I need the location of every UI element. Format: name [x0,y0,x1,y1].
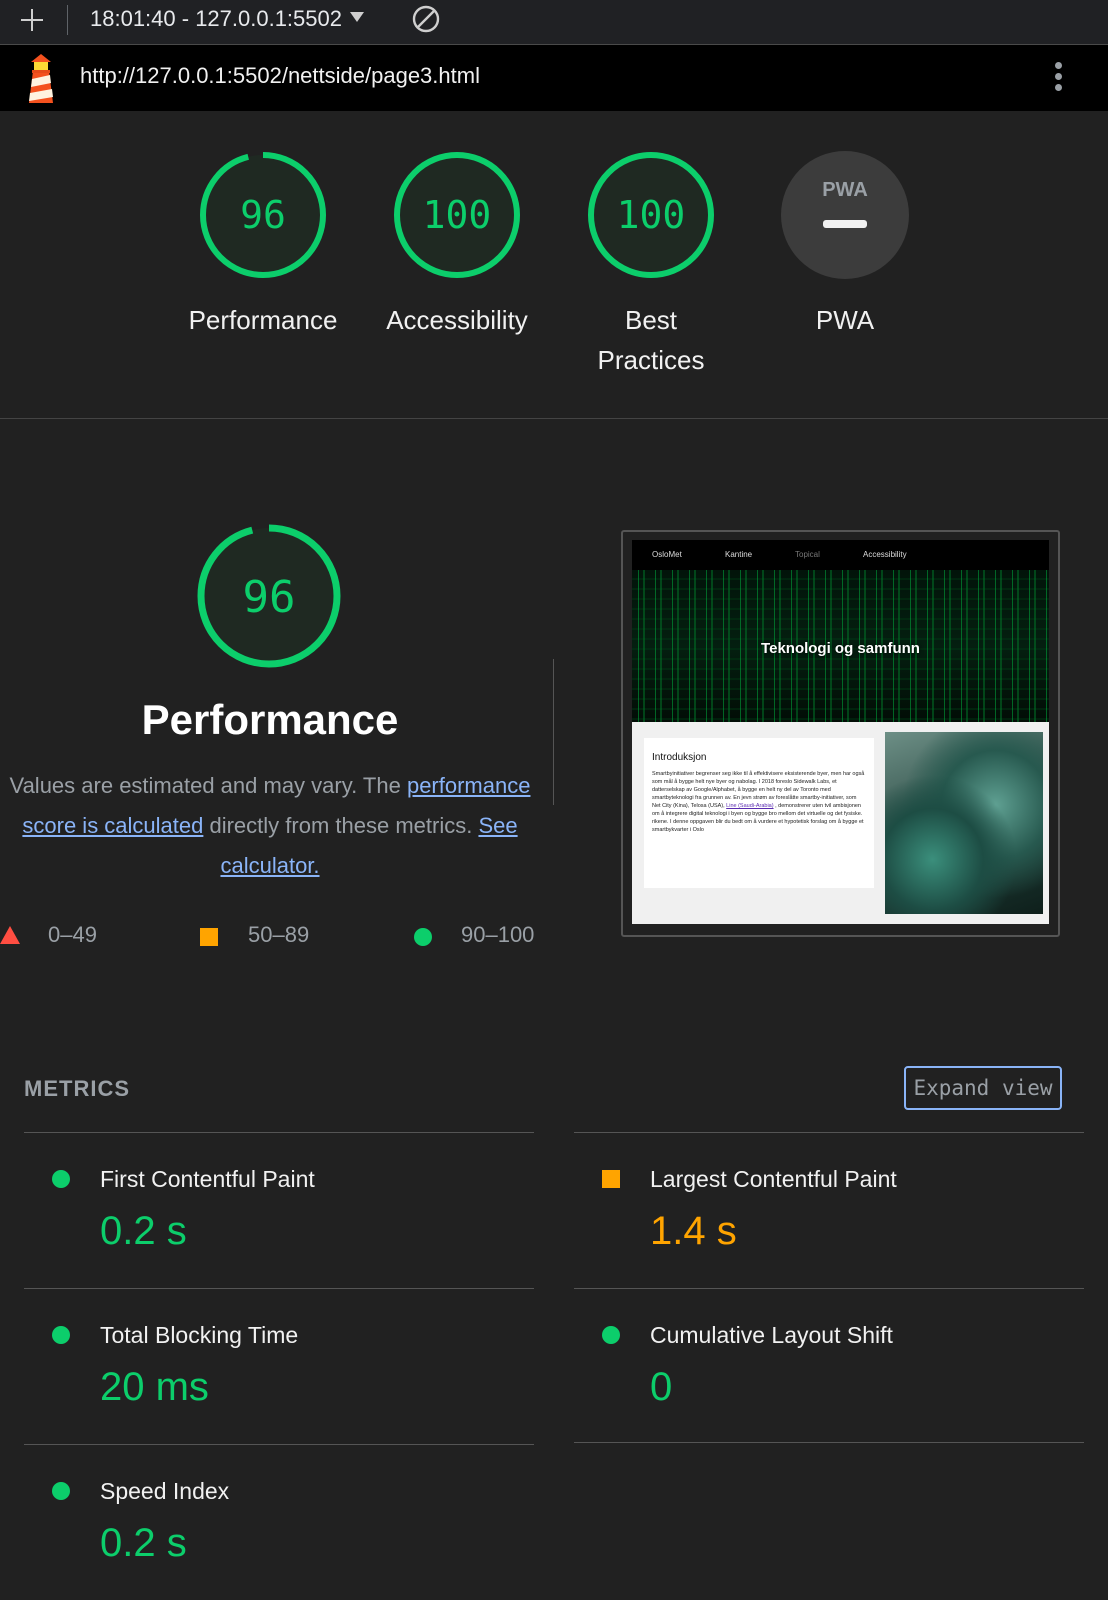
metric-divider [574,1442,1084,1443]
block-icon[interactable] [412,5,440,33]
screenshot-nav-item: Accessibility [863,550,907,559]
report-selector[interactable]: 18:01:40 - 127.0.0.1:5502 [90,4,364,34]
plus-icon[interactable] [18,6,46,34]
metric-si: Speed Index 0.2 s [24,1444,534,1600]
performance-score: 96 [243,572,296,623]
metric-name: Speed Index [100,1478,230,1504]
gauge-label-line2: Practices [597,345,705,375]
gauge-label: Performance [188,305,338,335]
gauge-accessibility[interactable]: 100 Accessibility [357,150,557,340]
legend-fail: 0–49 [48,922,97,947]
metric-name: First Contentful Paint [100,1166,315,1192]
gauge-score: 100 [423,193,492,237]
desc-middle: directly from these metrics. [203,813,479,838]
metric-lcp: Largest Contentful Paint 1.4 s [574,1132,1084,1288]
performance-title: Performance [141,696,399,743]
metric-value: 0 [650,1365,673,1409]
pwa-badge-icon: PWA [781,151,909,279]
lighthouse-icon [29,54,53,103]
metric-value: 20 ms [100,1365,209,1409]
metric-name: Cumulative Layout Shift [650,1322,893,1348]
screenshot-card-title: Introduksjon [652,752,707,763]
pass-circle-icon [602,1326,620,1344]
pass-circle-icon [52,1326,70,1344]
report-url-bar: http://127.0.0.1:5502/nettside/page3.htm… [0,45,1108,111]
average-square-icon [200,928,218,946]
report-selector-label: 18:01:40 - 127.0.0.1:5502 [90,6,342,31]
average-square-icon [602,1170,620,1188]
screenshot-card-text: Smartbyinitiativer begrenser seg ikke ti… [652,770,866,834]
gauge-score: 100 [617,193,686,237]
gauge-pwa[interactable]: PWA PWA [745,150,945,340]
metric-fcp: First Contentful Paint 0.2 s [24,1132,534,1288]
gauge-label: Best Practices [551,300,751,380]
gauge-label: Accessibility [386,305,528,335]
pass-circle-icon [52,1482,70,1500]
gauge-score: 96 [240,193,286,237]
gauge-ring: 96 [200,152,326,278]
gauge-ring: 100 [394,152,520,278]
pass-circle-icon [52,1170,70,1188]
screenshot-card: Introduksjon Smartbyinitiativer begrense… [644,738,874,888]
gauge-best-practices[interactable]: 100 Best Practices [551,150,751,380]
card-text-link: Line (Saudi-Arabia) [726,803,774,809]
score-gauges: 96 Performance 100 Accessibility 100 Bes… [0,112,1108,419]
metrics-heading: METRICS [24,1076,130,1101]
devtools-toolbar: 18:01:40 - 127.0.0.1:5502 [0,0,1108,45]
expand-view-button[interactable]: Expand view [904,1066,1062,1110]
gauge-ring: 100 [588,152,714,278]
kebab-menu-icon[interactable] [1046,59,1070,97]
caret-down-icon [350,12,364,22]
gauge-label-line1: Best [624,305,678,335]
gauge-label: PWA [815,305,875,335]
screenshot-nav-item: Topical [795,550,820,559]
final-screenshot[interactable]: OsloMet Kantine Topical Accessibility Te… [621,530,1060,937]
screenshot-body: Introduksjon Smartbyinitiativer begrense… [632,722,1049,924]
metric-value: 0.2 s [100,1209,187,1253]
desc-prefix: Values are estimated and may vary. The [9,773,407,798]
report-url[interactable]: http://127.0.0.1:5502/nettside/page3.htm… [80,63,480,89]
performance-gauge: 96 [197,524,341,668]
performance-description: Values are estimated and may vary. The p… [0,766,540,886]
metric-value: 1.4 s [650,1209,737,1253]
metric-name: Total Blocking Time [100,1322,299,1348]
section-divider [553,659,554,805]
legend-average: 50–89 [248,922,310,947]
pwa-badge-text: PWA [822,179,868,201]
screenshot-nav-item: Kantine [725,550,753,559]
circuit-board-image [885,732,1043,914]
gauge-performance[interactable]: 96 Performance [163,150,363,340]
page-screenshot: OsloMet Kantine Topical Accessibility Te… [632,540,1049,924]
screenshot-hero-title: Teknologi og samfunn [761,640,920,657]
toolbar-divider [67,5,68,35]
metric-name: Largest Contentful Paint [650,1166,897,1192]
screenshot-nav: OsloMet Kantine Topical Accessibility [632,540,1049,570]
metric-tbt: Total Blocking Time 20 ms [24,1288,534,1444]
pass-circle-icon [414,928,432,946]
legend-pass: 90–100 [461,922,535,947]
fail-triangle-icon [0,926,20,944]
metric-value: 0.2 s [100,1521,187,1565]
screenshot-nav-item: OsloMet [652,550,682,559]
metric-cls: Cumulative Layout Shift 0 [574,1288,1084,1444]
